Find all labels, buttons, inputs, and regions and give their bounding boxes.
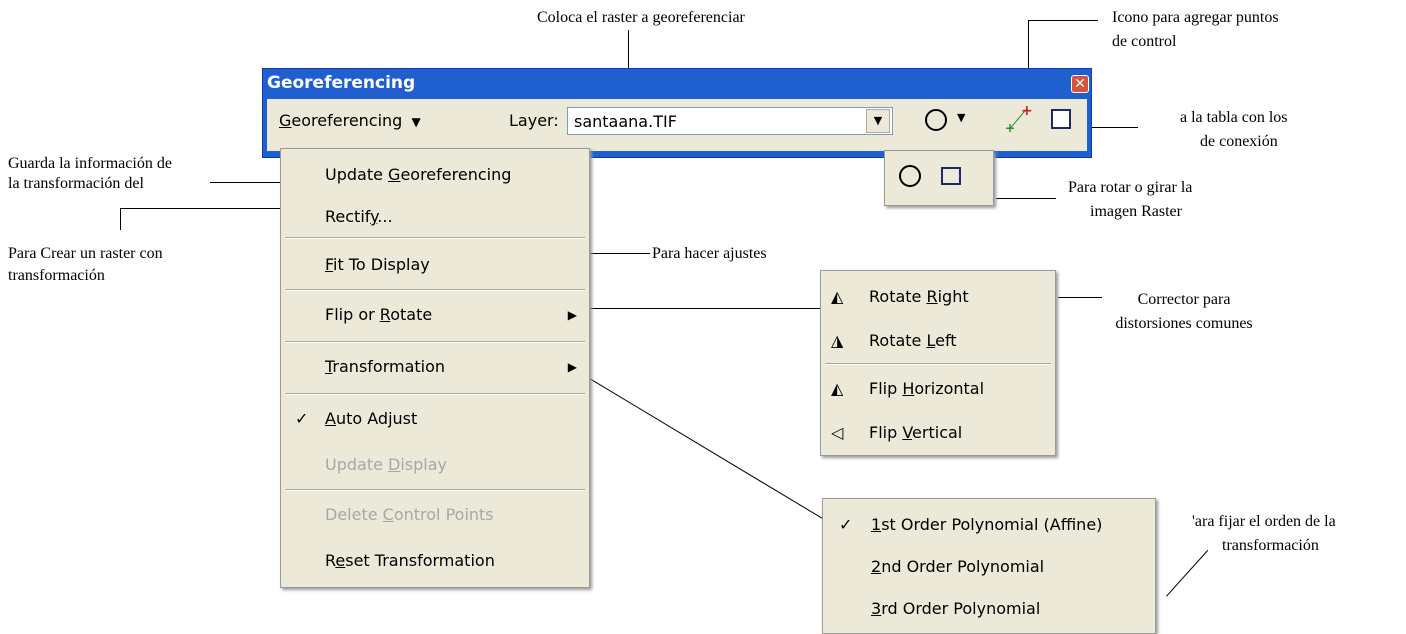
menu-item-flip-horizontal[interactable]: ◭ Flip Horizontal [821,367,1055,411]
menu-item-transformation[interactable]: Transformation ▶ [281,345,589,389]
rotate-tool-icon[interactable] [925,109,947,131]
menu-item-auto-adjust[interactable]: ✓ Auto Adjust [281,397,589,441]
menu-item-flip-or-rotate[interactable]: Flip or Rotate ▶ [281,293,589,337]
leader-line [590,253,650,254]
menu-item-fit-to-display[interactable]: Fit To Display [281,243,589,287]
menu-separator [285,237,585,239]
menu-separator [825,363,1051,365]
flip-vertical-icon: ◁ [831,423,844,442]
menu-item-update-display: Update Display [325,455,448,474]
layer-value: santaana.TIF [574,112,677,131]
rotate-tool-icon[interactable] [899,165,921,187]
menu-item-update-georeferencing[interactable]: Update Georeferencing [281,153,589,197]
toolbar-body: Georeferencing ▼ Layer: santaana.TIF ▼ ▼… [267,99,1087,151]
layer-select[interactable]: santaana.TIF ▼ [567,107,893,135]
rotate-popup [884,150,994,206]
leader-line [120,208,288,209]
annotation-corrector: Corrector para [1137,291,1231,308]
menu-item-rotate-right[interactable]: ◭ Rotate Right [821,275,1055,319]
chevron-down-icon: ▼ [411,115,421,129]
menu-item-2nd-order[interactable]: 2nd Order Polynomial [823,545,1155,589]
annotation-table: a la tabla con los [1180,109,1288,126]
georeferencing-toolbar: Georeferencing ✕ Georeferencing ▼ Layer:… [262,68,1092,158]
layer-dropdown-button[interactable]: ▼ [866,109,890,133]
leader-line [1166,549,1209,597]
annotation-update-2: la transformación del [8,175,144,192]
leader-line [1058,297,1102,298]
check-icon: ✓ [839,515,853,534]
annotation-update: Guarda la información de [8,155,172,172]
toolbar-title: Georeferencing [267,73,416,93]
menu-item-1st-order[interactable]: ✓ 1st Order Polynomial (Affine) [823,503,1155,547]
annotation-control-points: Icono para agregar puntos [1112,9,1279,26]
rotate-left-icon: ◮ [831,331,844,350]
close-button[interactable]: ✕ [1071,75,1089,93]
annotation-rotate: Para rotar o girar la [1068,179,1193,196]
georeferencing-menu-button[interactable]: Georeferencing ▼ [279,111,421,130]
flip-rotate-submenu: ◭ Rotate Right ◮ Rotate Left ◭ Flip Horizon… [820,270,1056,456]
georeferencing-menu: Update Georeferencing Rectify... Fit To … [280,148,590,588]
chevron-down-icon[interactable]: ▼ [957,111,965,124]
annotation-rotate-2: imagen Raster [1090,203,1182,220]
leader-line [210,182,288,183]
add-control-points-icon[interactable]: + + [1005,103,1033,135]
leader-line [120,208,121,230]
leader-line [1028,20,1098,21]
menu-item-delete-control-points: Delete Control Points [325,505,494,524]
annotation-raster: Coloca el raster a georeferenciar [537,9,745,26]
annotation-table-2: de conexión [1200,133,1278,150]
annotation-rectify-2: transformación [8,267,105,284]
leader-line [588,308,828,309]
layer-label: Layer: [509,111,559,130]
annotation-corrector-2: distorsiones comunes [1115,315,1253,332]
menu-separator [285,393,585,395]
menu-item-3rd-order[interactable]: 3rd Order Polynomial [823,587,1155,631]
annotation-control-points-2: de control [1112,33,1177,50]
submenu-arrow-icon: ▶ [567,360,577,374]
menu-separator [285,489,585,491]
menu-item-flip-vertical[interactable]: ◁ Flip Vertical [821,411,1055,455]
menu-item-rotate-left[interactable]: ◮ Rotate Left [821,319,1055,363]
menu-item-reset-transformation[interactable]: Reset Transformation [281,539,589,583]
transformation-submenu: ✓ 1st Order Polynomial (Affine) 2nd Order… [822,498,1156,634]
check-icon: ✓ [295,409,309,428]
annotation-fit: Para hacer ajustes [652,245,767,262]
submenu-arrow-icon: ▶ [567,308,577,322]
annotation-order: 'ara fijar el orden de la [1192,513,1336,530]
flip-horizontal-icon: ◭ [831,379,844,398]
menu-item-rectify[interactable]: Rectify... [281,195,589,239]
link-table-icon[interactable] [1051,109,1071,129]
annotation-rectify: Para Crear un raster con [8,245,163,262]
menu-separator [285,341,585,343]
annotation-order-2: transformación [1222,537,1319,554]
rotate-right-icon: ◭ [831,287,844,306]
leader-line [996,198,1056,199]
menu-separator [285,289,585,291]
scale-tool-icon[interactable] [941,167,961,185]
